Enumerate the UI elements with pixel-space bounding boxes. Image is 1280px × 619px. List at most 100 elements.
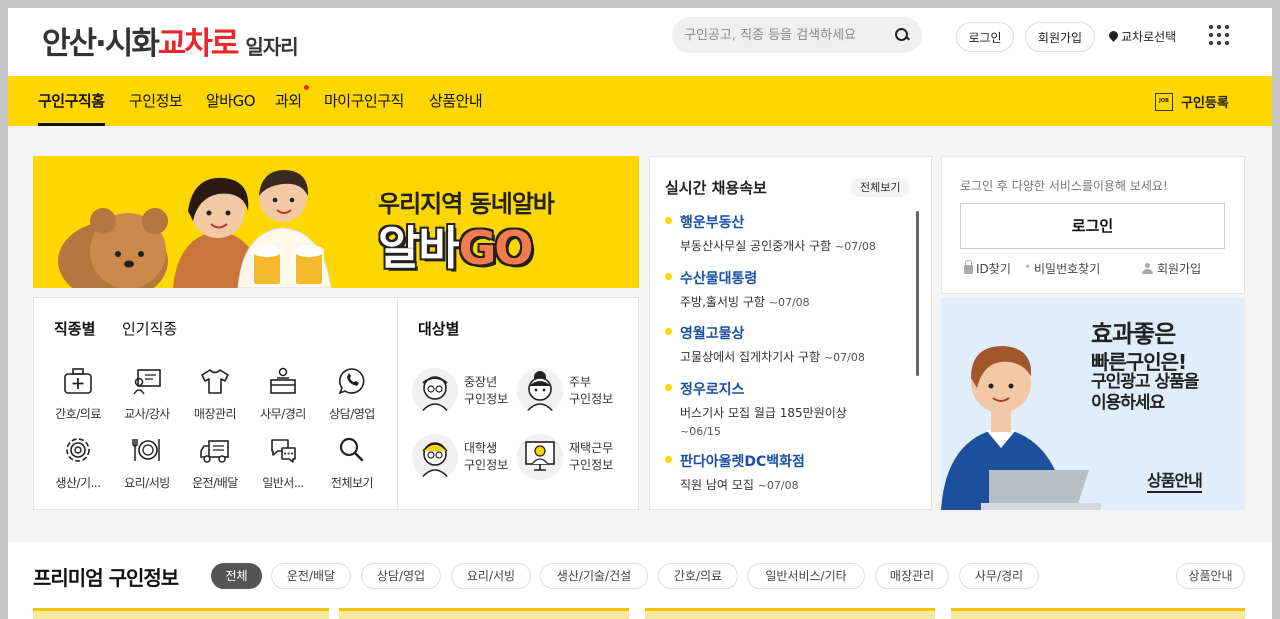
filter-chip[interactable]: 요리/서빙	[451, 563, 531, 589]
category-item-driving[interactable]: 운전/배달	[185, 436, 245, 491]
company-name[interactable]: 수산물대통령	[665, 268, 905, 288]
target-item-housewife[interactable]: 주부구인정보	[517, 368, 613, 414]
header: 안산·시화 교차로 일자리 로그인 회원가입 교차로선택	[8, 8, 1272, 76]
job-description: 직원 남여 모집	[680, 478, 754, 492]
filter-chip[interactable]: 간호/의료	[658, 563, 738, 589]
job-deadline: ~07/08	[768, 296, 810, 309]
product-info-button[interactable]: 상품안내	[1176, 563, 1245, 589]
albago-banner[interactable]: 우리지역 동네알바 알바GO	[33, 156, 639, 288]
job-register-button[interactable]: JOB 구인등록	[1155, 92, 1229, 111]
find-password-link[interactable]: 비밀번호찾기	[1034, 260, 1100, 277]
list-item[interactable]: 영월고물상 고물상에서 집게차기사 구함 ~07/08	[665, 323, 905, 367]
region-select[interactable]: 교차로선택	[1109, 28, 1176, 45]
list-item[interactable]: 판다아울렛DC백화점 직원 남여 모집 ~07/08	[665, 451, 905, 495]
category-item-production[interactable]: 생산/기...	[48, 436, 108, 491]
list-item[interactable]: 행운부동산 부동산사무실 공인중개사 구함 ~07/08	[665, 212, 905, 256]
lock-icon	[964, 260, 973, 274]
premium-card-top	[339, 608, 629, 619]
housewife-avatar-icon	[517, 368, 563, 414]
category-label: 상담/영업	[329, 407, 375, 421]
category-label: 전체보기	[330, 476, 374, 490]
target-group-title: 대상별	[418, 320, 460, 338]
product-ad-banner[interactable]: 효과좋은 빠른구인은! 구인광고 상품을 이용하세요 상품안내	[941, 298, 1245, 510]
category-label: 사무/경리	[260, 407, 306, 421]
ad-subtext-line2: 이용하세요	[1091, 393, 1165, 413]
company-name[interactable]: 정우로지스	[665, 379, 905, 399]
site-logo[interactable]: 안산·시화 교차로 일자리	[42, 18, 299, 62]
ad-subtext-line1: 구인광고 상품을	[1091, 372, 1199, 392]
filter-chip-all[interactable]: 전체	[211, 563, 262, 589]
signup-link[interactable]: 회원가입	[1142, 260, 1201, 277]
premium-card-top	[33, 608, 329, 619]
realtime-scrollbar[interactable]	[916, 211, 919, 376]
category-item-service[interactable]: 일반서...	[253, 436, 313, 491]
nav-item-home[interactable]: 구인구직홈	[38, 76, 105, 126]
gear-icon	[66, 438, 90, 462]
search-icon[interactable]	[894, 27, 910, 43]
job-deadline: ~06/15	[680, 425, 721, 438]
company-name[interactable]: 영월고물상	[665, 323, 905, 343]
category-label: 생산/기...	[55, 476, 101, 490]
target-line1: 주부	[569, 375, 592, 389]
category-item-office[interactable]: 사무/경리	[253, 367, 313, 422]
location-pin-icon	[1109, 31, 1118, 42]
category-item-store[interactable]: 매장관리	[185, 367, 245, 422]
filter-chip[interactable]: 일반서비스/기타	[747, 563, 865, 589]
logo-text-city: 안산·시화	[42, 26, 160, 62]
signup-button[interactable]: 회원가입	[1025, 22, 1095, 52]
job-description: 부동산사무실 공인중개사 구함	[680, 239, 832, 253]
filter-chip[interactable]: 사무/경리	[959, 563, 1039, 589]
find-id-link[interactable]: ID찾기	[964, 260, 1011, 277]
signup-link-label: 회원가입	[1157, 262, 1202, 276]
premium-jobs-section: 프리미엄 구인정보 전체 운전/배달 상담/영업 요리/서빙 생산/기술/건설 …	[8, 542, 1272, 619]
list-item[interactable]: 수산물대통령 주방,홀서빙 구함 ~07/08	[665, 268, 905, 312]
middle-aged-avatar-icon	[412, 368, 458, 414]
filter-chip[interactable]: 매장관리	[875, 563, 949, 589]
premium-title: 프리미엄 구인정보	[33, 566, 179, 590]
category-item-teacher[interactable]: 교사/강사	[117, 367, 177, 422]
list-item[interactable]: 정우로지스 버스기사 모집 월급 185만원이상 ~06/15	[665, 379, 905, 441]
shirt-icon	[201, 369, 229, 394]
dish-icon	[132, 439, 160, 461]
nav-item-my-job[interactable]: 마이구인구직	[324, 76, 404, 126]
target-line2: 구인정보	[569, 458, 614, 472]
category-item-sales[interactable]: 상담/영업	[322, 367, 382, 422]
nav-item-tutoring[interactable]: 과외	[275, 76, 302, 126]
search-input[interactable]	[684, 27, 894, 43]
nav-item-products[interactable]: 상품안내	[429, 76, 483, 126]
target-line1: 재택근무	[569, 441, 614, 455]
filter-chip[interactable]: 상담/영업	[361, 563, 441, 589]
category-item-cooking[interactable]: 요리/서빙	[117, 436, 177, 491]
login-panel-button[interactable]: 로그인	[960, 203, 1225, 249]
user-icon	[1142, 263, 1153, 274]
medical-kit-icon	[64, 368, 92, 394]
office-desk-icon	[270, 367, 296, 394]
banner-title-alba: 알바	[378, 221, 461, 275]
ad-product-info-link[interactable]: 상품안내	[1147, 467, 1203, 493]
login-button[interactable]: 로그인	[956, 22, 1014, 52]
job-register-label: 구인등록	[1181, 96, 1229, 111]
job-description: 주방,홀서빙 구함	[680, 295, 765, 309]
company-name[interactable]: 판다아울렛DC백화점	[665, 451, 905, 471]
nav-item-job-info[interactable]: 구인정보	[129, 76, 183, 126]
filter-chip[interactable]: 운전/배달	[271, 563, 351, 589]
filter-chip[interactable]: 생산/기술/건설	[540, 563, 648, 589]
banner-title: 알바GO	[378, 212, 534, 278]
category-item-view-all[interactable]: 전체보기	[322, 436, 382, 491]
target-line2: 구인정보	[464, 458, 509, 472]
target-item-student[interactable]: 대학생 구인정보	[412, 434, 508, 480]
job-description: 고물상에서 집게차기사 구함	[680, 350, 821, 364]
target-item-middle-aged[interactable]: 중장년 구인정보	[412, 368, 508, 414]
all-menu-grid-icon[interactable]	[1209, 25, 1229, 45]
chat-bubble-icon	[271, 439, 296, 463]
target-item-remote-work[interactable]: 재택근무구인정보	[517, 434, 613, 480]
tab-popular-jobs[interactable]: 인기직종	[122, 318, 177, 339]
company-name[interactable]: 행운부동산	[665, 212, 905, 232]
category-item-medical[interactable]: 간호/의료	[48, 367, 108, 422]
nav-item-albago[interactable]: 알바GO	[206, 76, 256, 126]
tab-by-job-type[interactable]: 직종별	[54, 318, 96, 339]
category-panel: 직종별 인기직종 간호/의료 교사/강사 매장관리 사무/경리 상담/영업 생산…	[33, 297, 639, 511]
logo-text-brand: 교차로	[157, 26, 240, 62]
target-line2: 구인정보	[569, 392, 614, 406]
realtime-view-all-button[interactable]: 전체보기	[850, 178, 911, 197]
